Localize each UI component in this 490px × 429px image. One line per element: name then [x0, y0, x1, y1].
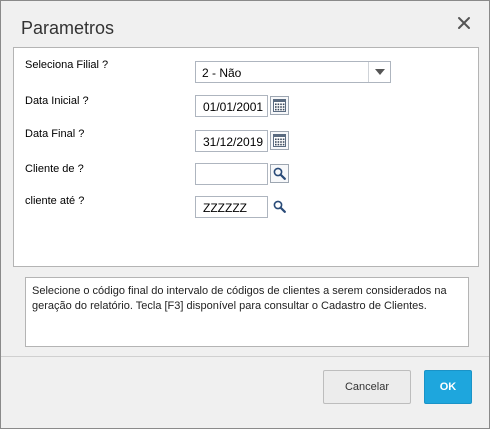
parameters-dialog: Parametros Seleciona Filial ? 2 - Não Da…: [0, 0, 490, 429]
cliente-de-field[interactable]: [195, 163, 268, 185]
close-icon[interactable]: [456, 15, 472, 31]
dialog-footer: Cancelar OK: [1, 356, 489, 429]
data-final-label: Data Final ?: [25, 128, 85, 140]
filial-selected-value: 2 - Não: [202, 66, 242, 80]
ok-button[interactable]: OK: [424, 370, 472, 404]
help-box: Selecione o código final do intervalo de…: [25, 277, 469, 347]
chevron-down-icon[interactable]: [368, 62, 390, 82]
cliente-ate-value: ZZZZZZ: [203, 201, 247, 215]
parameters-panel: Seleciona Filial ? 2 - Não Data Inicial …: [13, 47, 479, 267]
search-icon[interactable]: [270, 197, 289, 216]
dialog-title: Parametros: [21, 18, 115, 38]
data-inicial-field[interactable]: 01/01/2001: [195, 95, 268, 117]
filial-label: Seleciona Filial ?: [25, 59, 109, 71]
dialog-titlebar: Parametros: [1, 1, 489, 46]
filial-select[interactable]: 2 - Não: [195, 61, 391, 83]
cliente-ate-field[interactable]: ZZZZZZ: [195, 196, 268, 218]
cliente-ate-label: cliente até ?: [25, 195, 85, 207]
search-icon[interactable]: [270, 164, 289, 183]
data-final-value: 31/12/2019: [203, 135, 264, 149]
cliente-de-label: Cliente de ?: [25, 163, 84, 175]
help-text: Selecione o código final do intervalo de…: [32, 285, 447, 312]
calendar-icon[interactable]: [270, 96, 289, 115]
data-inicial-label: Data Inicial ?: [25, 95, 89, 107]
cancel-button[interactable]: Cancelar: [323, 370, 411, 404]
data-final-field[interactable]: 31/12/2019: [195, 130, 268, 152]
calendar-icon[interactable]: [270, 131, 289, 150]
data-inicial-value: 01/01/2001: [203, 100, 264, 114]
